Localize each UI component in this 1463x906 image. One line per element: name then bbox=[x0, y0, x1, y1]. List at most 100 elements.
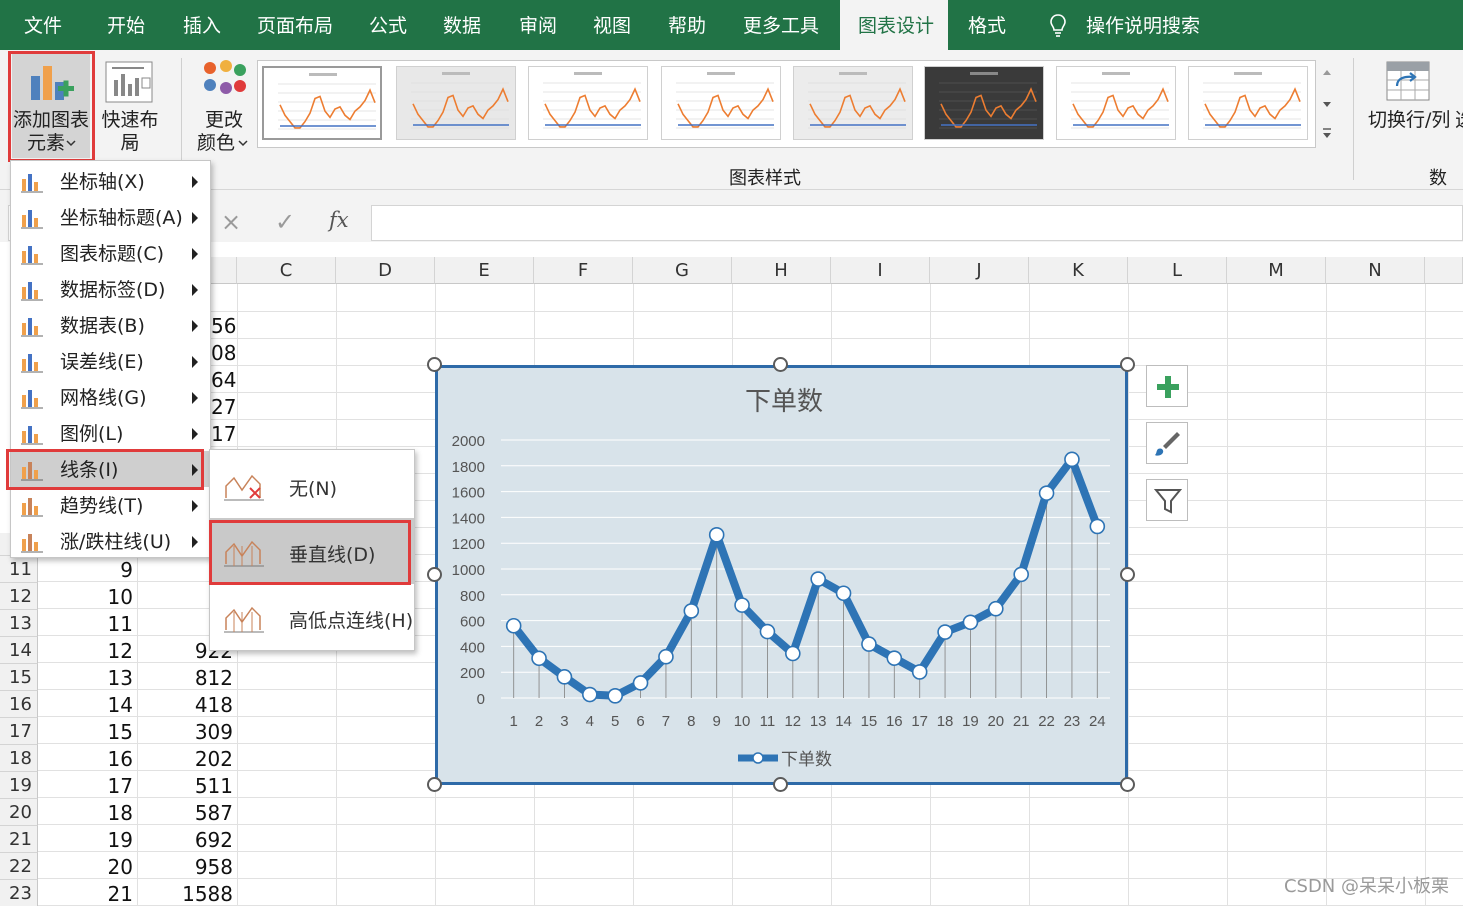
scroll-up-icon[interactable] bbox=[1322, 69, 1332, 76]
data-point-marker[interactable] bbox=[505, 617, 522, 634]
row-header[interactable]: 11 bbox=[0, 556, 38, 583]
column-header-k[interactable]: K bbox=[1029, 257, 1128, 284]
data-point-marker[interactable] bbox=[658, 648, 674, 665]
column-header-e[interactable]: E bbox=[435, 257, 534, 284]
resize-handle-left[interactable] bbox=[427, 567, 442, 582]
menu-item-axis-titles[interactable]: 坐标轴标题(A) bbox=[11, 199, 210, 235]
row-header[interactable]: 19 bbox=[0, 772, 38, 799]
row-header[interactable]: 17 bbox=[0, 718, 38, 745]
column-header-m[interactable]: M bbox=[1227, 257, 1326, 284]
menu-item-data-labels[interactable]: 数据标签(D) bbox=[11, 271, 210, 307]
cell-value[interactable]: 812 bbox=[137, 664, 237, 691]
formula-input[interactable] bbox=[371, 205, 1463, 241]
column-header-o-partial[interactable] bbox=[1425, 257, 1463, 284]
gallery-scrollbar[interactable] bbox=[1315, 60, 1338, 148]
row-header[interactable]: 16 bbox=[0, 691, 38, 718]
select-data-label-partial[interactable]: 选 bbox=[1455, 109, 1463, 132]
data-point-marker[interactable] bbox=[937, 624, 953, 640]
menu-item-axes[interactable]: 坐标轴(X) bbox=[11, 163, 210, 199]
row-header[interactable]: 12 bbox=[0, 583, 38, 610]
data-point-marker[interactable] bbox=[556, 669, 573, 685]
cell-value[interactable]: 10 bbox=[38, 583, 137, 610]
chart-filters-button[interactable] bbox=[1146, 479, 1188, 521]
cell-value[interactable]: 64 bbox=[211, 366, 237, 393]
tab-review[interactable]: 审阅 bbox=[519, 0, 557, 50]
cell-value[interactable]: 1588 bbox=[137, 880, 237, 906]
data-point-marker[interactable] bbox=[632, 675, 649, 691]
data-point-marker[interactable] bbox=[911, 664, 928, 680]
cell-value[interactable]: 21 bbox=[38, 880, 137, 906]
column-header-l[interactable]: L bbox=[1128, 257, 1227, 284]
chart-style-thumbnail[interactable] bbox=[1188, 66, 1308, 140]
cell-value[interactable]: 511 bbox=[137, 772, 237, 799]
change-colors-label[interactable]: 更改 bbox=[200, 109, 248, 132]
cell-value[interactable]: 309 bbox=[137, 718, 237, 745]
data-point-marker[interactable] bbox=[988, 600, 1004, 617]
data-point-marker[interactable] bbox=[810, 571, 826, 587]
row-header[interactable]: 23 bbox=[0, 880, 38, 906]
column-header-c[interactable]: C bbox=[237, 257, 336, 284]
cell-value[interactable]: 587 bbox=[137, 799, 237, 826]
tell-me-search[interactable]: 操作说明搜索 bbox=[1086, 0, 1200, 50]
menu-item-data-table[interactable]: 数据表(B) bbox=[11, 307, 210, 343]
data-point-marker[interactable] bbox=[759, 623, 776, 640]
tab-more-tools[interactable]: 更多工具 bbox=[743, 0, 819, 50]
submenu-item-none[interactable]: 无(N) bbox=[210, 452, 414, 518]
chart-style-thumbnail[interactable] bbox=[262, 66, 382, 140]
cell-value[interactable]: 418 bbox=[137, 691, 237, 718]
row-header[interactable]: 20 bbox=[0, 799, 38, 826]
data-point-marker[interactable] bbox=[886, 650, 903, 666]
resize-handle-bottom-right[interactable] bbox=[1120, 777, 1135, 792]
cell-value[interactable]: 15 bbox=[38, 718, 137, 745]
chart-legend[interactable]: 下单数 bbox=[738, 750, 832, 769]
menu-item-legend[interactable]: 图例(L) bbox=[11, 415, 210, 451]
tab-chart-design[interactable]: 图表设计 bbox=[840, 0, 948, 50]
row-header[interactable]: 18 bbox=[0, 745, 38, 772]
chart-style-thumbnail[interactable] bbox=[528, 66, 648, 140]
resize-handle-top-right[interactable] bbox=[1120, 357, 1135, 372]
tab-page-layout[interactable]: 页面布局 bbox=[257, 0, 333, 50]
data-point-marker[interactable] bbox=[683, 603, 700, 619]
switch-row-column-icon[interactable] bbox=[1385, 60, 1431, 102]
data-point-marker[interactable] bbox=[1013, 566, 1029, 583]
chart-style-thumbnail[interactable] bbox=[924, 66, 1044, 140]
data-point-marker[interactable] bbox=[607, 688, 623, 704]
column-header-b-partial[interactable] bbox=[211, 257, 237, 284]
tab-view[interactable]: 视图 bbox=[593, 0, 631, 50]
resize-handle-top[interactable] bbox=[773, 357, 788, 372]
cell-value[interactable]: 14 bbox=[38, 691, 137, 718]
tab-home[interactable]: 开始 bbox=[107, 0, 145, 50]
tab-format[interactable]: 格式 bbox=[968, 0, 1006, 50]
cell-value[interactable]: 27 bbox=[211, 393, 237, 420]
cancel-icon[interactable]: × bbox=[221, 208, 241, 236]
chart-title[interactable]: 下单数 bbox=[745, 386, 823, 416]
row-header[interactable]: 14 bbox=[0, 637, 38, 664]
chart-styles-button[interactable] bbox=[1146, 422, 1188, 464]
menu-item-error-bars[interactable]: 误差线(E) bbox=[11, 343, 210, 379]
cell-value[interactable]: 20 bbox=[38, 853, 137, 880]
series-line-orders[interactable] bbox=[510, 455, 1102, 700]
data-point-marker[interactable] bbox=[1089, 518, 1106, 535]
data-point-marker[interactable] bbox=[835, 585, 852, 602]
cell-value[interactable]: 692 bbox=[137, 826, 237, 853]
resize-handle-right[interactable] bbox=[1120, 567, 1135, 582]
column-header-n[interactable]: N bbox=[1326, 257, 1425, 284]
row-header[interactable]: 13 bbox=[0, 610, 38, 637]
cell-value[interactable]: 16 bbox=[38, 745, 137, 772]
enter-icon[interactable]: ✓ bbox=[275, 208, 295, 236]
switch-row-column-label[interactable]: 切换行/列 bbox=[1368, 109, 1450, 132]
data-point-marker[interactable] bbox=[1038, 485, 1055, 501]
cell-value[interactable]: 11 bbox=[38, 610, 137, 637]
column-header-i[interactable]: I bbox=[831, 257, 930, 284]
data-point-marker[interactable] bbox=[734, 597, 750, 613]
quick-layout-icon[interactable] bbox=[104, 60, 154, 104]
column-header-j[interactable]: J bbox=[930, 257, 1029, 284]
resize-handle-top-left[interactable] bbox=[427, 357, 442, 372]
row-header[interactable]: 15 bbox=[0, 664, 38, 691]
scroll-down-icon[interactable] bbox=[1322, 101, 1332, 108]
chart-area[interactable]: 下单数 2000 1800 1600 1400 1200 1000 800 600 400 200… bbox=[435, 365, 1128, 785]
tab-formulas[interactable]: 公式 bbox=[369, 0, 407, 50]
tab-file[interactable]: 文件 bbox=[24, 0, 62, 50]
cell-value[interactable]: 202 bbox=[137, 745, 237, 772]
cell-value[interactable]: 08 bbox=[211, 339, 237, 366]
